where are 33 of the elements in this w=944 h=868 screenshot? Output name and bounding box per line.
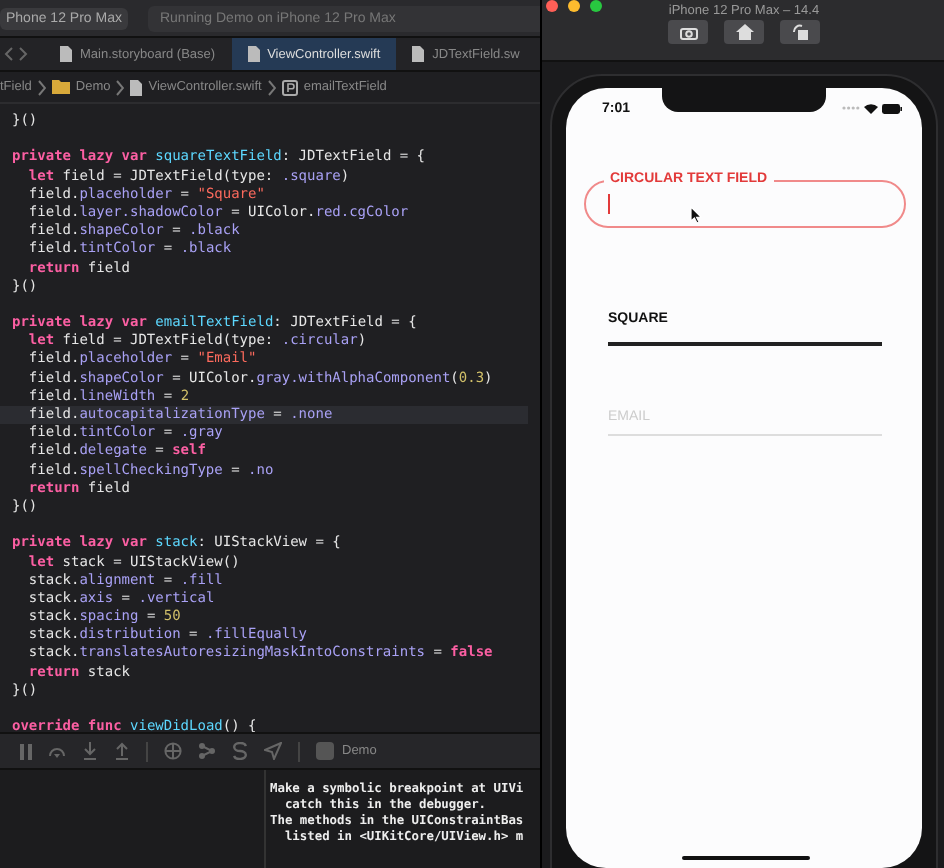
step-out-icon[interactable]: [114, 742, 130, 760]
file-icon: [130, 79, 143, 95]
step-over-icon[interactable]: [48, 743, 66, 759]
home-indicator: [682, 856, 810, 860]
rotate-button[interactable]: [780, 20, 820, 44]
property-icon: [281, 79, 298, 95]
location-icon[interactable]: [264, 742, 282, 760]
home-button[interactable]: [724, 20, 764, 44]
chevron-icon: [267, 79, 276, 95]
screenshot-button[interactable]: [668, 20, 708, 44]
pause-icon[interactable]: [20, 743, 32, 759]
zoom-button[interactable]: [590, 0, 602, 12]
mouse-pointer-icon: [690, 206, 702, 224]
environment-icon[interactable]: [232, 742, 248, 760]
home-icon: [735, 24, 753, 40]
file-icon: [60, 46, 72, 62]
wifi-icon: [864, 103, 878, 113]
minimize-button[interactable]: [568, 0, 580, 12]
close-button[interactable]: [546, 0, 558, 12]
text-cursor: [608, 194, 610, 214]
rotate-icon: [791, 24, 809, 40]
app-icon: [316, 742, 334, 760]
file-icon: [247, 46, 260, 62]
step-in-icon[interactable]: [82, 742, 98, 760]
navigation-arrows-icon[interactable]: [4, 46, 28, 62]
view-hierarchy-icon[interactable]: [164, 742, 182, 760]
battery-icon: [882, 103, 902, 113]
chevron-icon: [37, 79, 46, 95]
chevron-icon: [116, 79, 125, 95]
camera-icon: [679, 25, 697, 39]
memory-graph-icon[interactable]: [198, 742, 216, 760]
folder-icon: [51, 80, 70, 94]
file-icon: [412, 46, 425, 62]
